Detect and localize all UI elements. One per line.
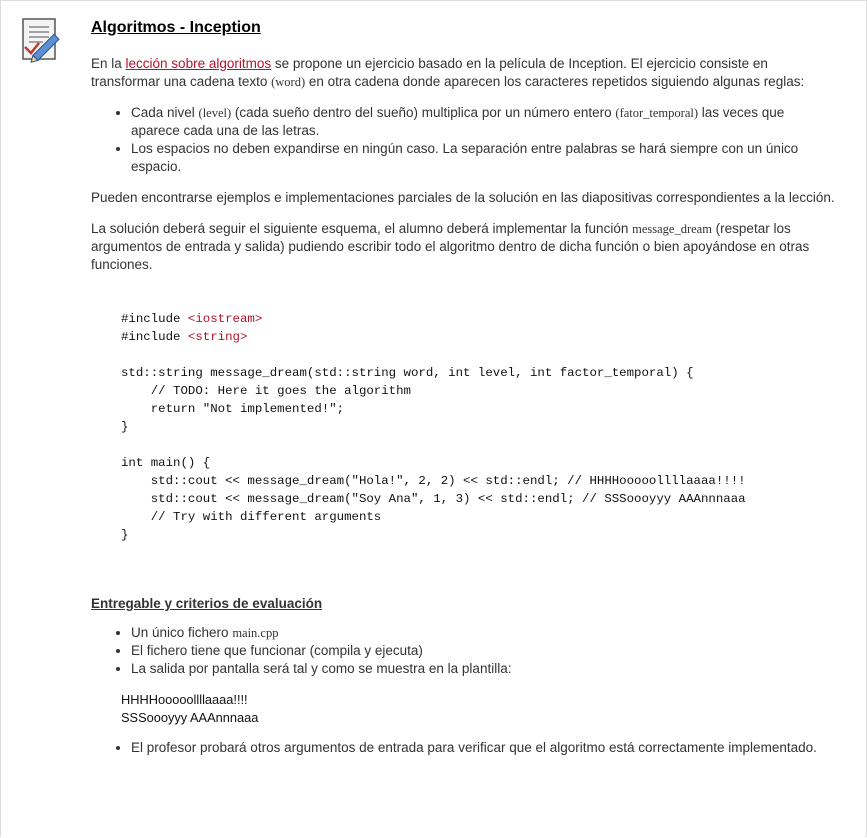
code-main-cpp: main.cpp [232, 626, 279, 640]
assignment-icon [22, 18, 60, 63]
scheme-paragraph: La solución deberá seguir el siguiente e… [91, 221, 810, 272]
deliverable-list-2: El profesor probará otros argumentos de … [91, 739, 836, 757]
list-item: Cada nivel (level) (cada sueño dentro de… [131, 104, 836, 140]
code-block: #include <iostream> #include <string> st… [121, 312, 746, 542]
list-item: El profesor probará otros argumentos de … [131, 739, 836, 757]
assignment-page: Algoritmos - Inception En la lección sob… [0, 0, 867, 837]
deliverable-list: Un único fichero main.cpp El fichero tie… [91, 624, 836, 678]
deliverable-heading: Entregable y criterios de evaluación [91, 596, 323, 611]
code-word: (word) [271, 75, 306, 89]
lesson-link[interactable]: lección sobre algoritmos [126, 56, 272, 71]
code-fator-temporal: (fator_temporal) [615, 106, 699, 120]
rules-list: Cada nivel (level) (cada sueño dentro de… [91, 104, 836, 176]
list-item: El fichero tiene que funcionar (compila … [131, 642, 836, 660]
list-item: Un único fichero main.cpp [131, 624, 836, 642]
list-item: Los espacios no deben expandirse en ning… [131, 140, 836, 176]
slides-paragraph: Pueden encontrarse ejemplos e implementa… [91, 190, 835, 205]
output-line: HHHHooooollllaaaa!!!! [121, 692, 248, 707]
code-message-dream: message_dream [632, 222, 712, 236]
output-line: SSSoooyyy AAAnnnaaa [121, 710, 259, 725]
code-level: (level) [198, 106, 232, 120]
page-title: Algoritmos - Inception [91, 19, 261, 36]
assignment-content: Algoritmos - Inception En la lección sob… [91, 19, 836, 770]
list-item: La salida por pantalla será tal y como s… [131, 660, 836, 678]
expected-output: HHHHooooollllaaaa!!!! SSSoooyyy AAAnnnaa… [121, 691, 836, 727]
code-body: std::string message_dream(std::string wo… [121, 366, 746, 542]
intro-paragraph: En la lección sobre algoritmos se propon… [91, 56, 805, 89]
